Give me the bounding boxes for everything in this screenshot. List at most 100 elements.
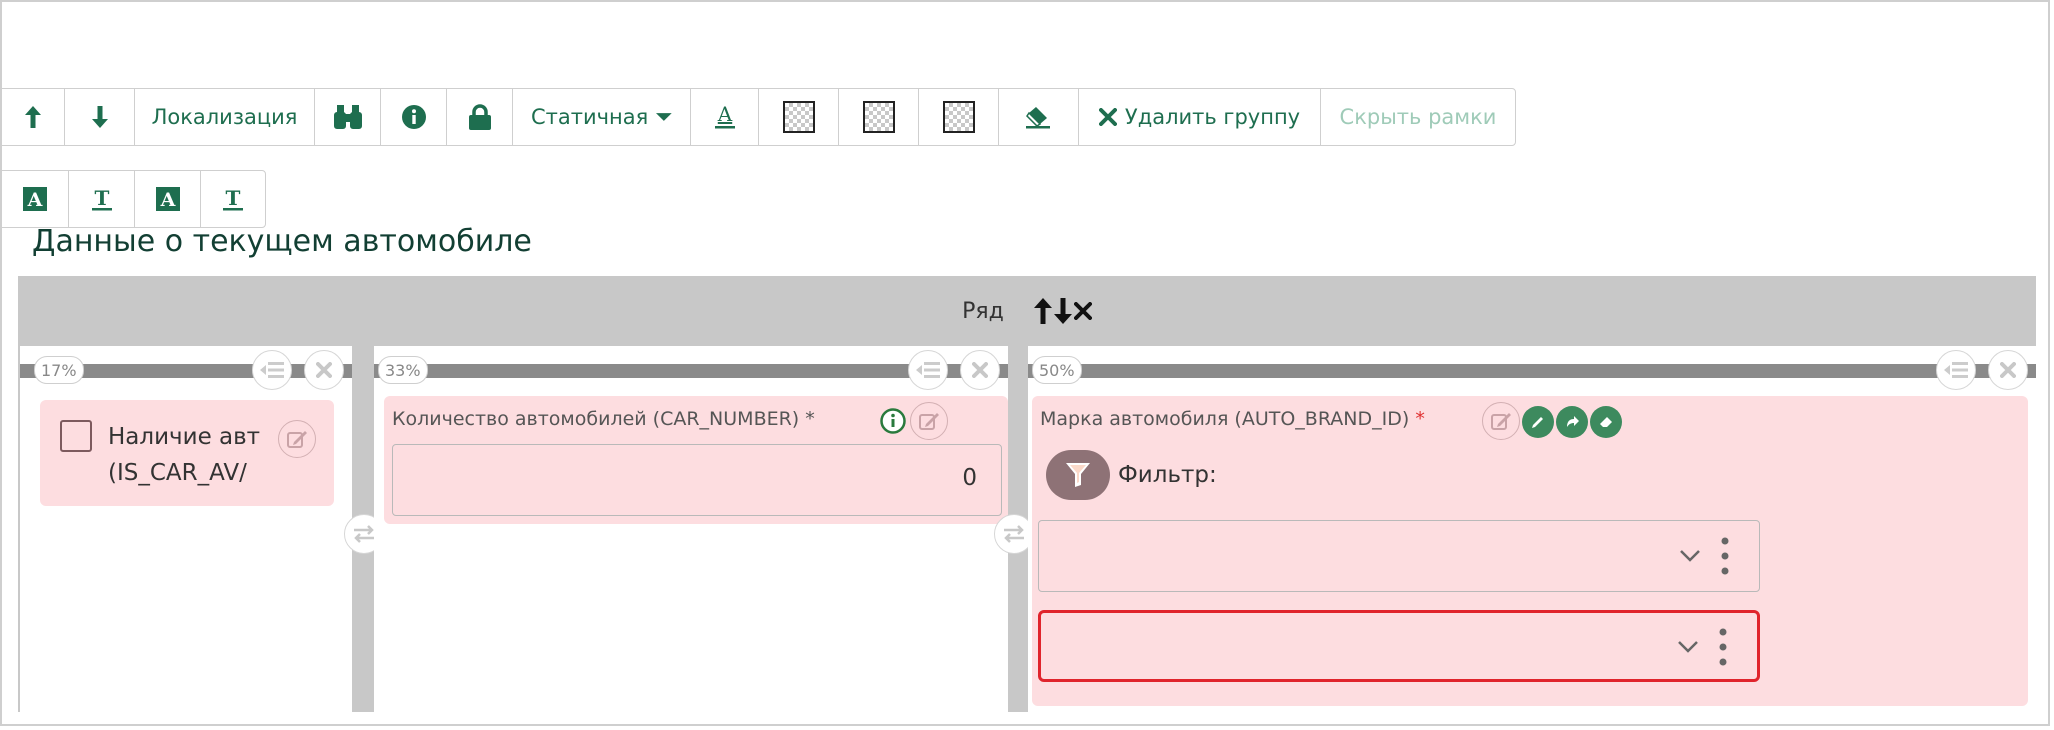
swap-icon xyxy=(1004,525,1024,543)
text-color-icon: A xyxy=(714,104,735,129)
field-text-style-button[interactable]: T xyxy=(200,170,266,228)
more-vertical-icon[interactable] xyxy=(1719,628,1727,666)
edit-icon xyxy=(287,431,307,448)
move-down-button[interactable] xyxy=(64,88,134,146)
delete-group-label: Удалить группу xyxy=(1124,105,1301,129)
column-width-badge: 50% xyxy=(1032,356,1082,384)
column-width-bar[interactable] xyxy=(1028,364,2036,378)
arrow-up-icon[interactable] xyxy=(1033,298,1052,324)
transparency-icon xyxy=(942,101,975,133)
car-number-input[interactable]: 0 xyxy=(392,444,1002,516)
checkbox-field: Наличие авт (IS_CAR_AV/ xyxy=(40,400,334,506)
clear-value-button[interactable] xyxy=(1590,406,1622,438)
menu-icon xyxy=(916,362,940,378)
brand-filter-select[interactable] xyxy=(1038,520,1760,592)
transparency-icon xyxy=(862,101,895,133)
pencil-icon xyxy=(1532,417,1543,428)
required-mark: * xyxy=(805,408,815,430)
edit-field-button[interactable] xyxy=(910,402,948,440)
lock-button[interactable] xyxy=(446,88,512,146)
clear-style-button[interactable] xyxy=(998,88,1078,146)
toolbar-main: Локализация Статичная A Удалить группу С… xyxy=(2,88,1516,146)
section-title: Данные о текущем автомобиле xyxy=(32,224,532,259)
checkbox[interactable] xyxy=(60,420,92,452)
caret-down-icon xyxy=(656,113,672,121)
field-font-bold-button[interactable]: A xyxy=(134,170,200,228)
brand-field: Марка автомобиля (AUTO_BRAND_ID) * Фильт… xyxy=(1032,396,2028,706)
chevron-down-icon xyxy=(1680,550,1700,562)
number-field-label: Количество автомобилей (CAR_NUMBER) * xyxy=(392,408,815,430)
close-icon xyxy=(316,362,332,378)
toolbar-labels: A T A T xyxy=(2,170,266,228)
localization-label: Локализация xyxy=(151,105,298,129)
border-transparency-button[interactable] xyxy=(838,88,918,146)
column-remove-button[interactable] xyxy=(960,350,1000,390)
label-text-style-button[interactable]: T xyxy=(68,170,134,228)
close-icon xyxy=(972,362,988,378)
search-button[interactable] xyxy=(314,88,380,146)
edit-icon xyxy=(1491,413,1511,430)
eraser-icon xyxy=(1600,417,1612,427)
position-dropdown[interactable]: Статичная xyxy=(512,88,690,146)
column-remove-button[interactable] xyxy=(1988,350,2028,390)
svg-text:T: T xyxy=(226,187,241,210)
filter-label: Фильтр: xyxy=(1118,462,1217,488)
hide-frames-button[interactable]: Скрыть рамки xyxy=(1320,88,1516,146)
localization-button[interactable]: Локализация xyxy=(134,88,314,146)
swap-icon xyxy=(354,525,374,543)
row-controls xyxy=(1033,298,1092,324)
background-transparency-button[interactable] xyxy=(758,88,838,146)
hide-frames-label: Скрыть рамки xyxy=(1339,105,1497,129)
lock-icon xyxy=(468,104,491,130)
svg-text:A: A xyxy=(27,189,43,211)
brand-field-label: Марка автомобиля (AUTO_BRAND_ID) * xyxy=(1040,408,1425,430)
filter-toggle-button[interactable] xyxy=(1046,450,1110,500)
move-up-button[interactable] xyxy=(2,88,64,146)
number-field: Количество автомобилей (CAR_NUMBER) * 0 xyxy=(384,396,1008,524)
arrow-down-icon[interactable] xyxy=(1053,298,1072,324)
column-menu-button[interactable] xyxy=(908,350,948,390)
label-transparency-button[interactable] xyxy=(918,88,998,146)
more-vertical-icon[interactable] xyxy=(1721,537,1729,575)
info-icon[interactable] xyxy=(880,408,906,434)
filter-icon xyxy=(1066,463,1090,487)
brand-select[interactable] xyxy=(1038,610,1760,682)
svg-text:T: T xyxy=(94,187,109,210)
arrow-up-icon xyxy=(25,106,41,128)
menu-icon xyxy=(260,362,284,378)
edit-icon xyxy=(919,413,939,430)
close-icon[interactable] xyxy=(1073,302,1092,320)
svg-text:A: A xyxy=(159,189,175,211)
edit-field-button[interactable] xyxy=(1482,402,1520,440)
delete-group-button[interactable]: Удалить группу xyxy=(1078,88,1320,146)
eraser-icon xyxy=(1025,107,1050,129)
label-font-bold-button[interactable]: A xyxy=(2,170,68,228)
column-width-badge: 33% xyxy=(378,356,428,384)
checkbox-label-line2: (IS_CAR_AV/ xyxy=(108,460,247,486)
row-header: Ряд xyxy=(18,276,2036,346)
edit-value-button[interactable] xyxy=(1522,406,1554,438)
column-menu-button[interactable] xyxy=(252,350,292,390)
menu-icon xyxy=(1944,362,1968,378)
text-color-button[interactable]: A xyxy=(690,88,758,146)
font-bg-icon: A xyxy=(155,187,180,211)
close-icon xyxy=(1098,108,1117,126)
edit-field-button[interactable] xyxy=(278,420,316,458)
transparency-icon xyxy=(782,101,815,133)
info-icon xyxy=(401,105,426,129)
binoculars-icon xyxy=(333,105,362,129)
svg-text:A: A xyxy=(716,104,732,126)
row-label: Ряд xyxy=(962,298,1004,324)
column-3: 50% Марка автомобиля (AUTO_BRAND_ID) * Ф… xyxy=(1028,346,2036,712)
column-remove-button[interactable] xyxy=(304,350,344,390)
info-button[interactable] xyxy=(380,88,446,146)
constructor-frame: Локализация Статичная A Удалить группу С… xyxy=(0,0,2050,726)
row-container: Ряд 17% Наличие авт (IS_CAR_AV/ 33% Коли… xyxy=(18,276,2036,712)
text-style-icon: T xyxy=(91,187,112,211)
column-menu-button[interactable] xyxy=(1936,350,1976,390)
open-link-button[interactable] xyxy=(1556,406,1588,438)
share-icon xyxy=(1567,416,1579,427)
column-1: 17% Наличие авт (IS_CAR_AV/ xyxy=(20,346,352,712)
close-icon xyxy=(2000,362,2016,378)
text-style-icon: T xyxy=(223,187,243,211)
